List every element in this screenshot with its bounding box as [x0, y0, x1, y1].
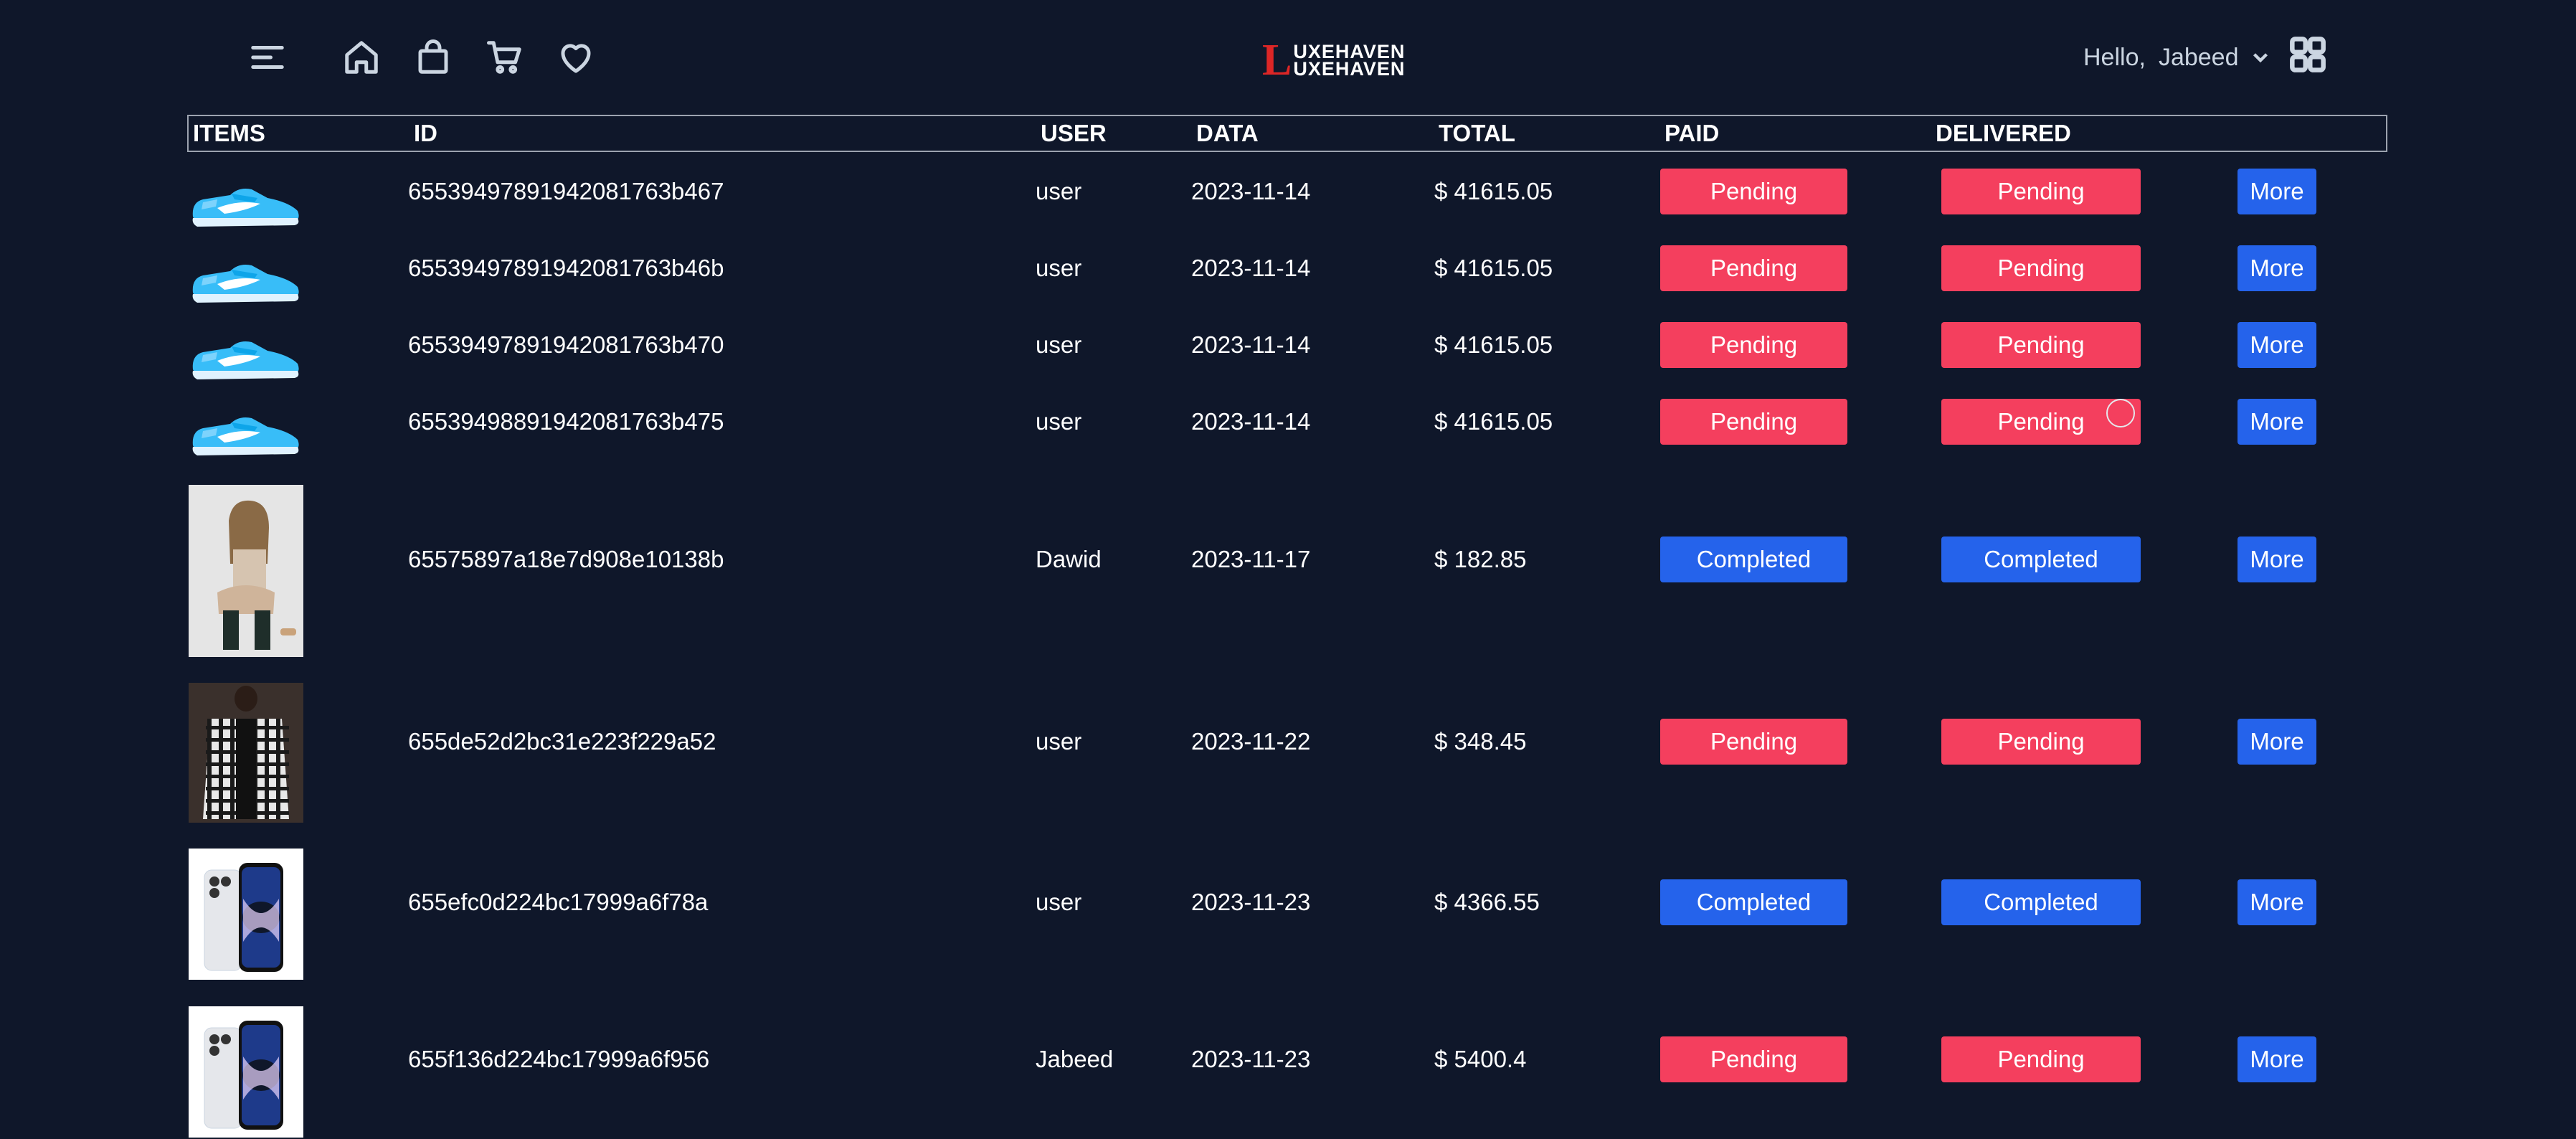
order-id: 65575897a18e7d908e10138b — [408, 546, 724, 572]
order-total: $ 41615.05 — [1434, 178, 1553, 204]
paid-status-button[interactable]: Pending — [1660, 169, 1847, 214]
more-button[interactable]: More — [2238, 537, 2316, 582]
order-total: $ 41615.05 — [1434, 408, 1553, 435]
product-thumbnail — [189, 683, 303, 823]
order-user: user — [1036, 255, 1082, 281]
order-id: 655de52d2bc31e223f229a52 — [408, 728, 716, 755]
order-total: $ 182.85 — [1434, 546, 1527, 572]
order-date: 2023-11-22 — [1191, 728, 1311, 755]
orders-table-header: ITEMS ID USER DATA TOTAL PAID DELIVERED — [187, 115, 2387, 152]
grid-icon[interactable] — [2289, 36, 2326, 73]
paid-status-button[interactable]: Pending — [1660, 245, 1847, 291]
order-date: 2023-11-14 — [1191, 331, 1311, 358]
header-data: DATA — [1196, 120, 1259, 146]
more-button[interactable]: More — [2238, 322, 2316, 368]
product-thumbnail — [189, 250, 303, 307]
user-menu[interactable]: Hello, Jabeed — [2083, 42, 2273, 73]
order-user: Jabeed — [1036, 1046, 1114, 1072]
order-total: $ 348.45 — [1434, 728, 1527, 755]
delivered-status-button[interactable]: Completed — [1941, 537, 2141, 582]
home-icon[interactable] — [340, 36, 383, 79]
order-user: user — [1036, 178, 1082, 204]
delivered-status-button[interactable]: Completed — [1941, 879, 2141, 925]
delivered-status-button[interactable]: Pending — [1941, 245, 2141, 291]
logo-line-2: UXEHAVEN — [1293, 58, 1406, 80]
order-total: $ 4366.55 — [1434, 889, 1540, 915]
product-thumbnail — [189, 1006, 303, 1138]
product-thumbnail — [189, 326, 303, 384]
greeting-text: Hello, — [2083, 43, 2146, 71]
order-id: 65539498891942081763b475 — [408, 408, 724, 435]
delivered-status-button[interactable]: Pending — [1941, 719, 2141, 765]
paid-status-button[interactable]: Pending — [1660, 322, 1847, 368]
heart-icon[interactable] — [554, 36, 597, 79]
more-button[interactable]: More — [2238, 879, 2316, 925]
order-id: 655f136d224bc17999a6f956 — [408, 1046, 710, 1072]
brand-logo[interactable]: L UXEHAVEN UXEHAVEN — [1262, 36, 1406, 85]
order-user: Dawid — [1036, 546, 1102, 572]
logo-wordmark: UXEHAVEN UXEHAVEN — [1293, 42, 1406, 80]
menu-icon[interactable] — [246, 36, 289, 79]
header-user: USER — [1041, 120, 1107, 146]
order-user: user — [1036, 331, 1082, 358]
logo-initial: L — [1262, 36, 1292, 85]
paid-status-button[interactable]: Completed — [1660, 537, 1847, 582]
delivered-status-button[interactable]: Pending — [1941, 169, 2141, 214]
order-total: $ 41615.05 — [1434, 255, 1553, 281]
order-date: 2023-11-14 — [1191, 178, 1311, 204]
more-button[interactable]: More — [2238, 169, 2316, 214]
chevron-down-icon — [2253, 53, 2268, 63]
shopping-bag-icon[interactable] — [412, 36, 455, 79]
more-button[interactable]: More — [2238, 719, 2316, 765]
user-name: Jabeed — [2158, 43, 2239, 71]
order-id: 65539497891942081763b46b — [408, 255, 724, 281]
product-thumbnail — [189, 849, 303, 980]
header-id: ID — [414, 120, 437, 146]
delivered-status-button[interactable]: Pending — [1941, 322, 2141, 368]
order-user: user — [1036, 728, 1082, 755]
header-paid: PAID — [1665, 120, 1720, 146]
order-user: user — [1036, 408, 1082, 435]
cart-icon[interactable] — [483, 36, 526, 79]
order-date: 2023-11-23 — [1191, 889, 1311, 915]
paid-status-button[interactable]: Pending — [1660, 719, 1847, 765]
order-id: 655efc0d224bc17999a6f78a — [408, 889, 709, 915]
paid-status-button[interactable]: Completed — [1660, 879, 1847, 925]
more-button[interactable]: More — [2238, 399, 2316, 445]
order-date: 2023-11-17 — [1191, 546, 1311, 572]
product-thumbnail — [189, 485, 303, 657]
header-total: TOTAL — [1439, 120, 1515, 146]
order-id: 65539497891942081763b467 — [408, 178, 724, 204]
product-thumbnail — [189, 402, 303, 460]
order-id: 65539497891942081763b470 — [408, 331, 724, 358]
order-date: 2023-11-14 — [1191, 408, 1311, 435]
order-date: 2023-11-14 — [1191, 255, 1311, 281]
more-button[interactable]: More — [2238, 245, 2316, 291]
delivered-status-button[interactable]: Pending — [1941, 1036, 2141, 1082]
header-delivered: DELIVERED — [1936, 120, 2071, 146]
more-button[interactable]: More — [2238, 1036, 2316, 1082]
top-navbar: L UXEHAVEN UXEHAVEN Hello, Jabeed — [0, 0, 2576, 115]
order-total: $ 5400.4 — [1434, 1046, 1527, 1072]
mouse-cursor — [2106, 399, 2135, 427]
order-user: user — [1036, 889, 1082, 915]
product-thumbnail — [189, 174, 303, 231]
paid-status-button[interactable]: Pending — [1660, 1036, 1847, 1082]
header-items: ITEMS — [193, 120, 265, 146]
paid-status-button[interactable]: Pending — [1660, 399, 1847, 445]
order-total: $ 41615.05 — [1434, 331, 1553, 358]
order-date: 2023-11-23 — [1191, 1046, 1311, 1072]
